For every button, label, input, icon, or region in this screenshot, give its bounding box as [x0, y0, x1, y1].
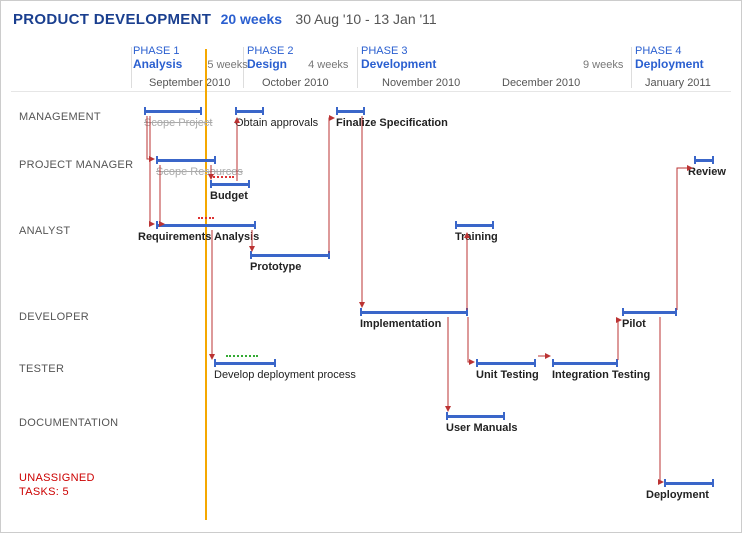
swimlane-label-documentation: DOCUMENTATION [19, 417, 118, 429]
task-label: User Manuals [446, 422, 518, 434]
task-label: Pilot [622, 318, 646, 330]
task-label: Develop deployment process [214, 369, 356, 381]
phase-weeks: 5 weeks [207, 59, 247, 71]
swimlane-label-developer: DEVELOPER [19, 311, 89, 323]
phase-num: PHASE 4 [635, 45, 704, 57]
divider [11, 91, 731, 92]
task-label: Budget [210, 190, 248, 202]
phase-separator [357, 47, 358, 88]
phase-num: PHASE 3 [361, 45, 436, 57]
chart-daterange: 30 Aug '10 - 13 Jan '11 [295, 11, 436, 27]
task-label: Integration Testing [552, 369, 650, 381]
chart-title: PRODUCT DEVELOPMENT [13, 11, 211, 28]
phase-name: Deployment [635, 57, 704, 71]
task-label: Obtain approvals [235, 117, 318, 129]
phase-3-label: PHASE 3 Development 9 weeks [361, 45, 436, 71]
swimlane-label-management: MANAGEMENT [19, 111, 101, 123]
phase-separator [631, 47, 632, 88]
unassigned-line2: TASKS: 5 [19, 485, 95, 499]
month-label: November 2010 [382, 77, 460, 89]
month-label: January 2011 [645, 77, 711, 89]
task-label: Implementation [360, 318, 441, 330]
phase-1-label: PHASE 1 Analysis 5 weeks [133, 45, 248, 71]
phase-weeks: 4 weeks [308, 59, 348, 71]
month-label: September 2010 [149, 77, 230, 89]
unassigned-line1: UNASSIGNED [19, 471, 95, 485]
task-label: Scope Project [144, 117, 212, 129]
swimlane-label-analyst: ANALYST [19, 225, 70, 237]
task-label: Requirements Analysis [138, 231, 259, 243]
task-label: Prototype [250, 261, 301, 273]
chart-header: PRODUCT DEVELOPMENT 20 weeks 30 Aug '10 … [13, 11, 437, 28]
unassigned-label: UNASSIGNED TASKS: 5 [19, 471, 95, 499]
month-label: December 2010 [502, 77, 580, 89]
month-label: October 2010 [262, 77, 329, 89]
swimlane-label-project-manager: PROJECT MANAGER [19, 159, 133, 171]
phase-name: Design [247, 57, 287, 71]
task-label: Training [455, 231, 498, 243]
chart-duration: 20 weeks [221, 11, 283, 27]
task-label: Review [688, 166, 726, 178]
task-label: Deployment [646, 489, 709, 501]
phase-4-label: PHASE 4 Deployment [635, 45, 704, 71]
phase-separator [131, 47, 132, 88]
phase-num: PHASE 1 [133, 45, 248, 57]
phase-2-label: PHASE 2 Design 4 weeks [247, 45, 348, 71]
phase-weeks: 9 weeks [583, 59, 623, 71]
task-label: Finalize Specification [336, 117, 448, 129]
phase-num: PHASE 2 [247, 45, 348, 57]
swimlane-label-tester: TESTER [19, 363, 64, 375]
task-label: Unit Testing [476, 369, 539, 381]
phase-name: Development [361, 57, 436, 71]
phase-name: Analysis [133, 57, 182, 71]
